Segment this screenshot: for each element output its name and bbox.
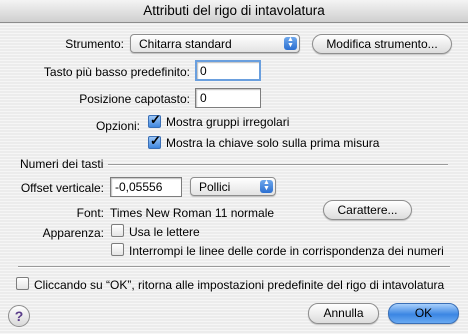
unit-value: Pollici [199, 180, 231, 194]
popup-arrows-icon: ▲ ▼ [260, 179, 273, 193]
lettere-label: Usa le lettere [129, 225, 200, 239]
carattere-button[interactable]: Carattere... [323, 200, 412, 220]
bottom-divider [18, 266, 450, 268]
reset-label: Cliccando su “OK”, ritorna alle impostaz… [34, 278, 445, 292]
chiave-checkbox[interactable]: ✓ [148, 133, 161, 149]
interrompi-checkbox[interactable] [111, 243, 124, 256]
interrompi-label: Interrompi le linee delle corde in corri… [129, 244, 444, 258]
window-title: Attributi del rigo di intavolatura [143, 3, 325, 18]
gruppi-checkbox[interactable]: ✓ [148, 112, 161, 128]
numeri-section-title: Numeri dei tasti [20, 157, 104, 171]
strumento-label: Strumento: [65, 37, 124, 51]
tasto-basso-input[interactable] [195, 60, 261, 81]
chiave-label: Mostra la chiave solo sulla prima misura [166, 136, 380, 150]
unit-popup[interactable]: Pollici ▲ ▼ [190, 177, 276, 196]
strumento-value: Chitarra standard [139, 37, 232, 51]
cancel-button[interactable]: Annulla [308, 303, 379, 324]
font-label: Font: [76, 206, 104, 220]
font-value: Times New Roman 11 normale [110, 206, 275, 220]
tasto-basso-label: Tasto più basso predefinito: [43, 65, 190, 79]
help-button[interactable]: ? [8, 305, 30, 327]
lettere-checkbox[interactable] [111, 224, 124, 237]
strumento-popup[interactable]: Chitarra standard ▲ ▼ [130, 34, 300, 53]
gruppi-label: Mostra gruppi irregolari [166, 115, 290, 129]
ok-button[interactable]: OK [388, 303, 459, 324]
modify-instrument-button[interactable]: Modifica strumento... [312, 34, 452, 54]
opzioni-label: Opzioni: [95, 119, 140, 133]
apparenza-label: Apparenza: [42, 226, 104, 240]
section-divider [108, 164, 448, 166]
reset-checkbox[interactable] [16, 277, 29, 290]
capotasto-input[interactable] [195, 88, 261, 108]
offset-input[interactable] [110, 177, 182, 197]
popup-arrows-icon: ▲ ▼ [284, 36, 297, 50]
checkmark-icon: ✓ [150, 112, 161, 127]
capotasto-label: Posizione capotasto: [79, 92, 190, 106]
offset-label: Offset verticale: [20, 181, 104, 195]
checkmark-icon: ✓ [150, 133, 161, 148]
